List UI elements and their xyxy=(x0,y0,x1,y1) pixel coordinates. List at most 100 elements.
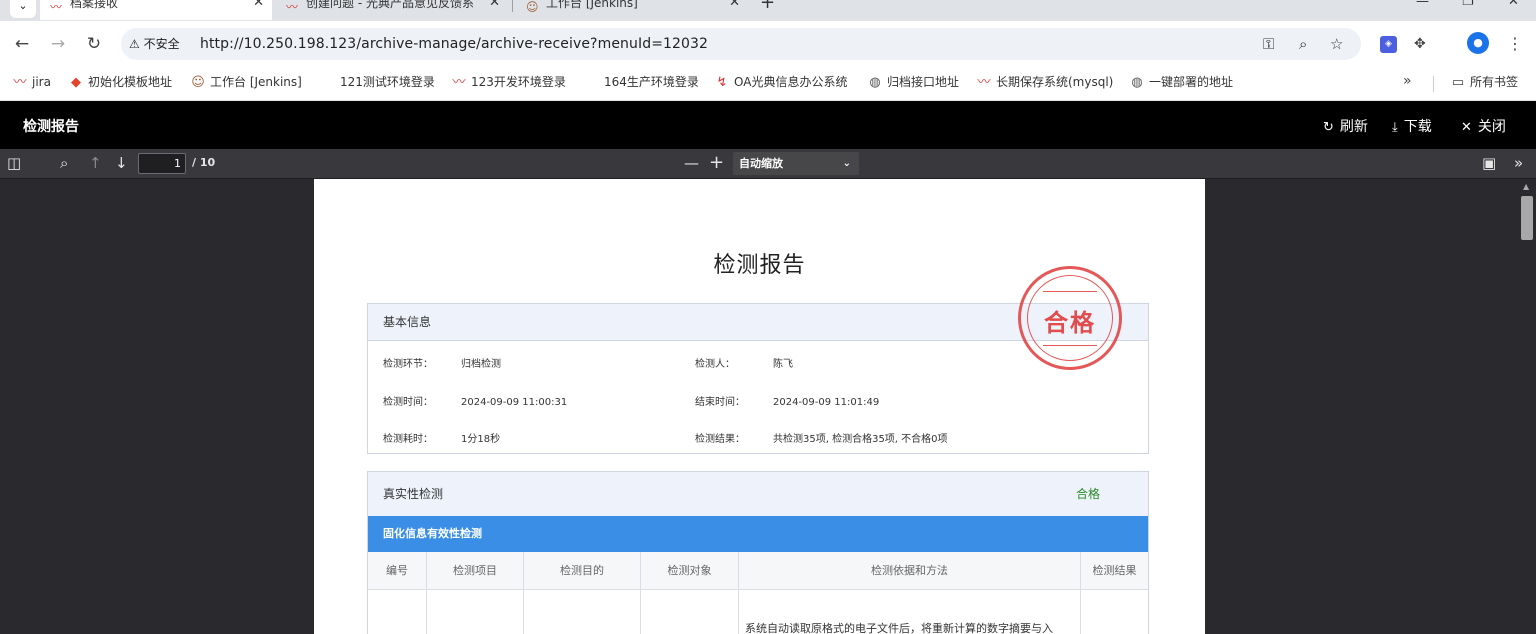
zoom-in-icon[interactable]: + xyxy=(709,153,724,173)
bookmark-jira[interactable]: 〰 jira xyxy=(12,74,50,91)
scrollbar-thumb[interactable] xyxy=(1521,196,1533,240)
extensions-puzzle-icon[interactable]: ✥ xyxy=(1414,33,1426,55)
pdf-toolbar: ◫ ⌕ ↑ ↓ 1 / 10 — + 自动缩放 ⌄ ▣ » xyxy=(0,149,1536,179)
tab-search-button[interactable]: ⌄ xyxy=(10,0,36,18)
close-tab-icon[interactable]: ✕ xyxy=(729,0,740,14)
wave-logo-icon: 〰 xyxy=(13,75,27,90)
close-window-icon[interactable]: ✕ xyxy=(1508,0,1519,9)
bookmark-archive-api[interactable]: ◍ 归档接口地址 xyxy=(867,74,959,91)
bookmark-label: 121测试环境登录 xyxy=(340,75,435,89)
field-label: 检测人： xyxy=(695,359,735,370)
authenticity-section: 真实性检测 合格 固化信息有效性检测 编号 检测项目 检测目的 检测对象 检测依… xyxy=(367,471,1149,634)
table-cell xyxy=(427,590,524,634)
close-tab-icon[interactable]: ✕ xyxy=(489,0,500,14)
bookmark-template-address[interactable]: ◆ 初始化模板地址 xyxy=(68,74,172,91)
field-value: 陈飞 xyxy=(773,359,793,370)
all-bookmarks-folder[interactable]: ▭ 所有书签 xyxy=(1450,74,1518,91)
tab-divider xyxy=(512,0,513,12)
more-bookmarks-chevron-icon[interactable]: » xyxy=(1403,73,1412,89)
tab-title: 创建问题 - 光典产品意见反馈系 xyxy=(306,0,474,10)
field-end-time: 结束时间： 2024-09-09 11:01:49 xyxy=(695,393,879,408)
previous-page-icon[interactable]: ↑ xyxy=(89,153,102,173)
bookmark-label: 164生产环境登录 xyxy=(604,75,699,89)
bookmark-label: 工作台 [Jenkins] xyxy=(210,75,302,89)
url-text[interactable]: http://10.250.198.123/archive-manage/arc… xyxy=(200,34,708,54)
authenticity-status: 合格 xyxy=(1076,487,1101,501)
zoom-out-icon[interactable]: — xyxy=(684,153,699,173)
download-label: 下载 xyxy=(1403,119,1432,135)
table-row: 系统自动读取原格式的电子文件后，将重新计算的数字摘要与入 xyxy=(368,590,1148,634)
browser-tab-archive-receive[interactable]: 〰 档案接收 ✕ xyxy=(40,0,272,20)
browser-menu-icon[interactable]: ⋮ xyxy=(1507,33,1523,55)
zoom-select[interactable]: 自动缩放 ⌄ xyxy=(733,152,859,175)
browser-tab-jenkins[interactable]: ☺ 工作台 [Jenkins] ✕ xyxy=(516,0,748,20)
chevron-down-icon: ⌄ xyxy=(842,158,851,169)
bookmark-121-test[interactable]: 121测试环境登录 xyxy=(340,74,435,90)
reload-button[interactable]: ↻ xyxy=(82,32,106,56)
column-header-object: 检测对象 xyxy=(641,552,739,590)
column-header-number: 编号 xyxy=(368,552,427,590)
bookmark-star-icon[interactable]: ☆ xyxy=(1330,35,1343,53)
download-button[interactable]: ⤓ 下载 xyxy=(1392,116,1432,136)
back-button[interactable]: ← xyxy=(10,32,34,56)
security-indicator[interactable]: ⚠ 不安全 xyxy=(129,34,180,54)
stamp-arc-line xyxy=(1043,345,1097,346)
refresh-button[interactable]: ↻ 刷新 xyxy=(1323,116,1368,136)
bookmark-label: 123开发环境登录 xyxy=(471,75,566,89)
table-cell xyxy=(1081,590,1148,634)
forward-button[interactable]: → xyxy=(46,32,70,56)
next-page-icon[interactable]: ↓ xyxy=(115,153,128,173)
zoom-magnifier-icon[interactable]: ⌕ xyxy=(1299,35,1307,53)
sidebar-toggle-icon[interactable]: ◫ xyxy=(7,153,21,173)
tools-menu-icon[interactable]: » xyxy=(1514,153,1523,173)
address-bar[interactable]: ⚠ 不安全 http://10.250.198.123/archive-mana… xyxy=(121,28,1361,60)
pdf-viewer-canvas[interactable]: 检测报告 基本信息 检测环节： 归档检测 检测人： 陈飞 检测时间： 2024-09-… xyxy=(0,179,1536,634)
close-button[interactable]: ✕ 关闭 xyxy=(1461,116,1506,136)
field-label: 检测结果： xyxy=(695,434,745,445)
field-value: 2024-09-09 11:00:31 xyxy=(461,397,568,408)
presentation-mode-icon[interactable]: ▣ xyxy=(1482,153,1496,173)
bookmark-123-dev[interactable]: 〰 123开发环境登录 xyxy=(451,74,566,91)
profile-avatar-icon[interactable]: ● xyxy=(1467,32,1489,54)
extension-app-icon[interactable]: ◈ xyxy=(1380,36,1397,53)
column-header-item: 检测项目 xyxy=(427,552,524,590)
globe-icon: ◍ xyxy=(869,75,881,90)
bookmark-label: 归档接口地址 xyxy=(887,75,960,89)
close-tab-icon[interactable]: ✕ xyxy=(253,0,264,14)
subsection-bar: 固化信息有效性检测 xyxy=(368,516,1148,552)
browser-tab-create-issue[interactable]: 〰 创建问题 - 光典产品意见反馈系 ✕ xyxy=(276,0,508,20)
pdf-page: 检测报告 基本信息 检测环节： 归档检测 检测人： 陈飞 检测时间： 2024-09-… xyxy=(314,179,1205,634)
bookmark-label: 所有书签 xyxy=(1470,75,1519,89)
download-icon: ⤓ xyxy=(1392,120,1398,135)
new-tab-button[interactable]: + xyxy=(760,0,775,13)
bookmark-label: 初始化模板地址 xyxy=(88,75,173,89)
search-icon[interactable]: ⌕ xyxy=(60,153,68,173)
authenticity-title: 真实性检测 xyxy=(383,487,444,501)
field-value: 共检测35项, 检测合格35项, 不合格0项 xyxy=(773,434,948,445)
scroll-up-arrow-icon[interactable]: ▲ xyxy=(1523,182,1529,191)
maximize-window-icon[interactable]: ❐ xyxy=(1462,0,1474,9)
warning-triangle-icon: ⚠ xyxy=(129,37,140,51)
table-cell xyxy=(524,590,641,634)
zoom-value: 自动缩放 xyxy=(739,157,783,170)
bookmark-164-prod[interactable]: 164生产环境登录 xyxy=(604,74,699,90)
gitlab-icon: ◆ xyxy=(71,75,81,90)
authenticity-header: 真实性检测 合格 xyxy=(368,472,1148,516)
minimize-window-icon[interactable]: — xyxy=(1416,0,1429,9)
wave-logo-icon: 〰 xyxy=(286,0,299,14)
bookmark-long-term-storage[interactable]: 〰长期保存系统(mysql) xyxy=(976,74,1113,91)
bookmark-one-click-deploy[interactable]: ◍ 一键部署的地址 xyxy=(1129,74,1233,91)
page-number-input[interactable]: 1 xyxy=(138,153,186,174)
password-key-icon[interactable]: ⚿ xyxy=(1263,35,1274,53)
bookmark-jenkins[interactable]: ☺ 工作台 [Jenkins] xyxy=(190,74,302,91)
browser-tab-strip: ⌄ 〰 档案接收 ✕ 〰 创建问题 - 光典产品意见反馈系 ✕ ☺ 工作台 [J… xyxy=(0,0,1536,21)
method-text: 系统自动读取原格式的电子文件后，将重新计算的数字摘要与入 xyxy=(745,622,1053,634)
viewer-scrollbar[interactable]: ▲ xyxy=(1518,179,1536,634)
field-value: 2024-09-09 11:01:49 xyxy=(773,397,880,408)
jenkins-icon: ☺ xyxy=(526,0,539,14)
table-cell xyxy=(368,590,427,634)
field-label: 检测耗时： xyxy=(383,434,433,445)
bookmark-oa[interactable]: ↯ OA光典信息办公系统 xyxy=(714,74,848,91)
wave-logo-icon: 〰 xyxy=(977,75,991,90)
viewer-title: 检测报告 xyxy=(23,119,79,135)
